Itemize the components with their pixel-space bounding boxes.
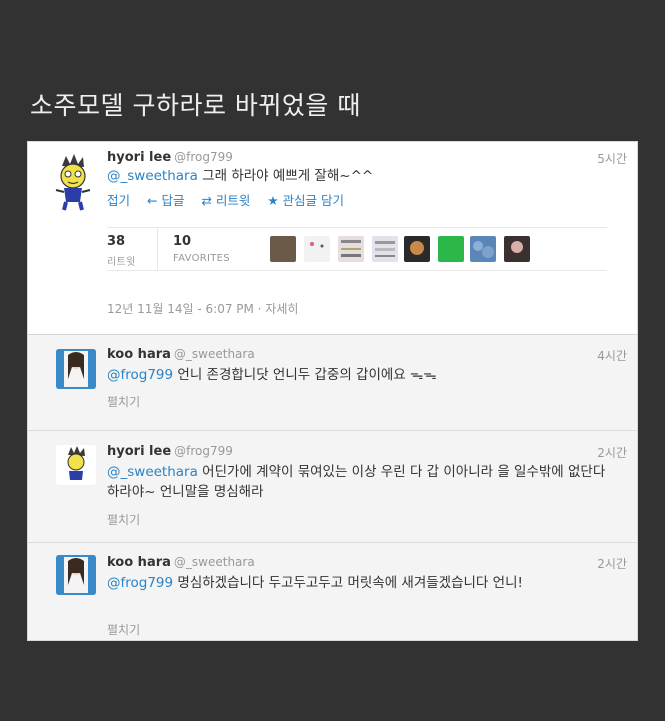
tweet-time[interactable]: 2시간	[597, 555, 627, 572]
tweet-text: @frog799 명심하겠습니다 두고두고두고 머릿속에 새겨들겠습니다 언니!	[107, 573, 617, 593]
avatar[interactable]	[56, 445, 96, 485]
avatar[interactable]	[48, 152, 98, 212]
tweet-time[interactable]: 5시간	[597, 150, 627, 167]
reply-button[interactable]: ← 답글	[147, 193, 184, 208]
tweet-body: 그래 하라야 예쁘게 잘해~^^	[197, 168, 374, 184]
stat-divider	[157, 228, 158, 270]
retweet-stat[interactable]: 38 리트윗	[107, 234, 136, 268]
favoriter-avatar[interactable]	[338, 236, 364, 262]
favoriter-avatar[interactable]	[304, 236, 330, 262]
favorite-label: FAVORITES	[173, 253, 230, 264]
mention-link[interactable]: @_sweethara	[107, 464, 198, 480]
favoriter-avatar[interactable]	[504, 236, 530, 262]
favoriter-avatar[interactable]	[470, 236, 496, 262]
favoriter-avatar[interactable]	[270, 236, 296, 262]
favoriter-avatar[interactable]	[404, 236, 430, 262]
favorite-stat[interactable]: 10 FAVORITES	[173, 234, 230, 264]
tweet-time[interactable]: 2시간	[597, 444, 627, 461]
avatar[interactable]	[56, 349, 96, 389]
tweet-thread-card: hyori lee @frog799 5시간 @_sweethara 그래 하라야…	[27, 141, 638, 641]
author-name[interactable]: koo hara @_sweethara	[107, 555, 255, 570]
tweet-timestamp-detail[interactable]: 12년 11월 14일 - 6:07 PM · 자세히	[107, 300, 298, 317]
page-title: 소주모델 구하라로 바뀌었을 때	[30, 91, 361, 120]
tweet-stats: 38 리트윗 10 FAVORITES	[107, 227, 607, 271]
mention-link[interactable]: @frog799	[107, 367, 173, 383]
favoriter-avatar[interactable]	[438, 236, 464, 262]
tweet-text: @_sweethara 어딘가에 계약이 묶여있는 이상 우린 다 갑 이아니라…	[107, 462, 617, 502]
expand-link[interactable]: 펼치기	[107, 511, 140, 528]
author-handle[interactable]: @_sweethara	[174, 555, 255, 569]
favoriter-avatar[interactable]	[372, 236, 398, 262]
expand-link[interactable]: 펼치기	[107, 393, 140, 410]
author-name-text[interactable]: hyori lee	[107, 150, 171, 165]
reply-tweet: koo hara @_sweethara 2시간 @frog799 명심하겠습니다…	[28, 543, 637, 640]
author-handle[interactable]: @frog799	[174, 150, 233, 164]
retweet-button[interactable]: ⇄ 리트윗	[201, 193, 250, 208]
retweet-count: 38	[107, 234, 126, 249]
avatar[interactable]	[56, 555, 96, 595]
tweet-text: @frog799 언니 존경합니닷 언니두 갑중의 갑이에요 ᯓᯓ	[107, 365, 617, 385]
main-tweet: hyori lee @frog799 5시간 @_sweethara 그래 하라야…	[28, 142, 637, 335]
favorite-count: 10	[173, 234, 192, 249]
author-name-text[interactable]: koo hara	[107, 555, 171, 570]
tweet-body: 명심하겠습니다 두고두고두고 머릿속에 새겨들겠습니다 언니!	[173, 575, 523, 591]
tweet-actions: 접기 ← 답글 ⇄ 리트윗 ★ 관심글 담기	[107, 190, 357, 209]
collapse-link[interactable]: 접기	[107, 193, 130, 208]
retweet-label: 리트윗	[107, 257, 136, 268]
author-name[interactable]: hyori lee @frog799	[107, 150, 233, 165]
author-name[interactable]: koo hara @_sweethara	[107, 347, 255, 362]
author-handle[interactable]: @frog799	[174, 444, 233, 458]
tweet-text: @_sweethara 그래 하라야 예쁘게 잘해~^^	[107, 166, 607, 186]
reply-tweet: koo hara @_sweethara 4시간 @frog799 언니 존경합니…	[28, 334, 637, 431]
mention-link[interactable]: @_sweethara	[107, 168, 198, 184]
favorite-button[interactable]: ★ 관심글 담기	[267, 193, 344, 208]
author-name-text[interactable]: koo hara	[107, 347, 171, 362]
author-handle[interactable]: @_sweethara	[174, 347, 255, 361]
tweet-time[interactable]: 4시간	[597, 347, 627, 364]
reply-tweet: hyori lee @frog799 2시간 @_sweethara 어딘가에 계…	[28, 431, 637, 543]
expand-link[interactable]: 펼치기	[107, 621, 140, 638]
mention-link[interactable]: @frog799	[107, 575, 173, 591]
author-name-text[interactable]: hyori lee	[107, 444, 171, 459]
author-name[interactable]: hyori lee @frog799	[107, 444, 233, 459]
tweet-body: 언니 존경합니닷 언니두 갑중의 갑이에요 ᯓᯓ	[173, 367, 437, 383]
